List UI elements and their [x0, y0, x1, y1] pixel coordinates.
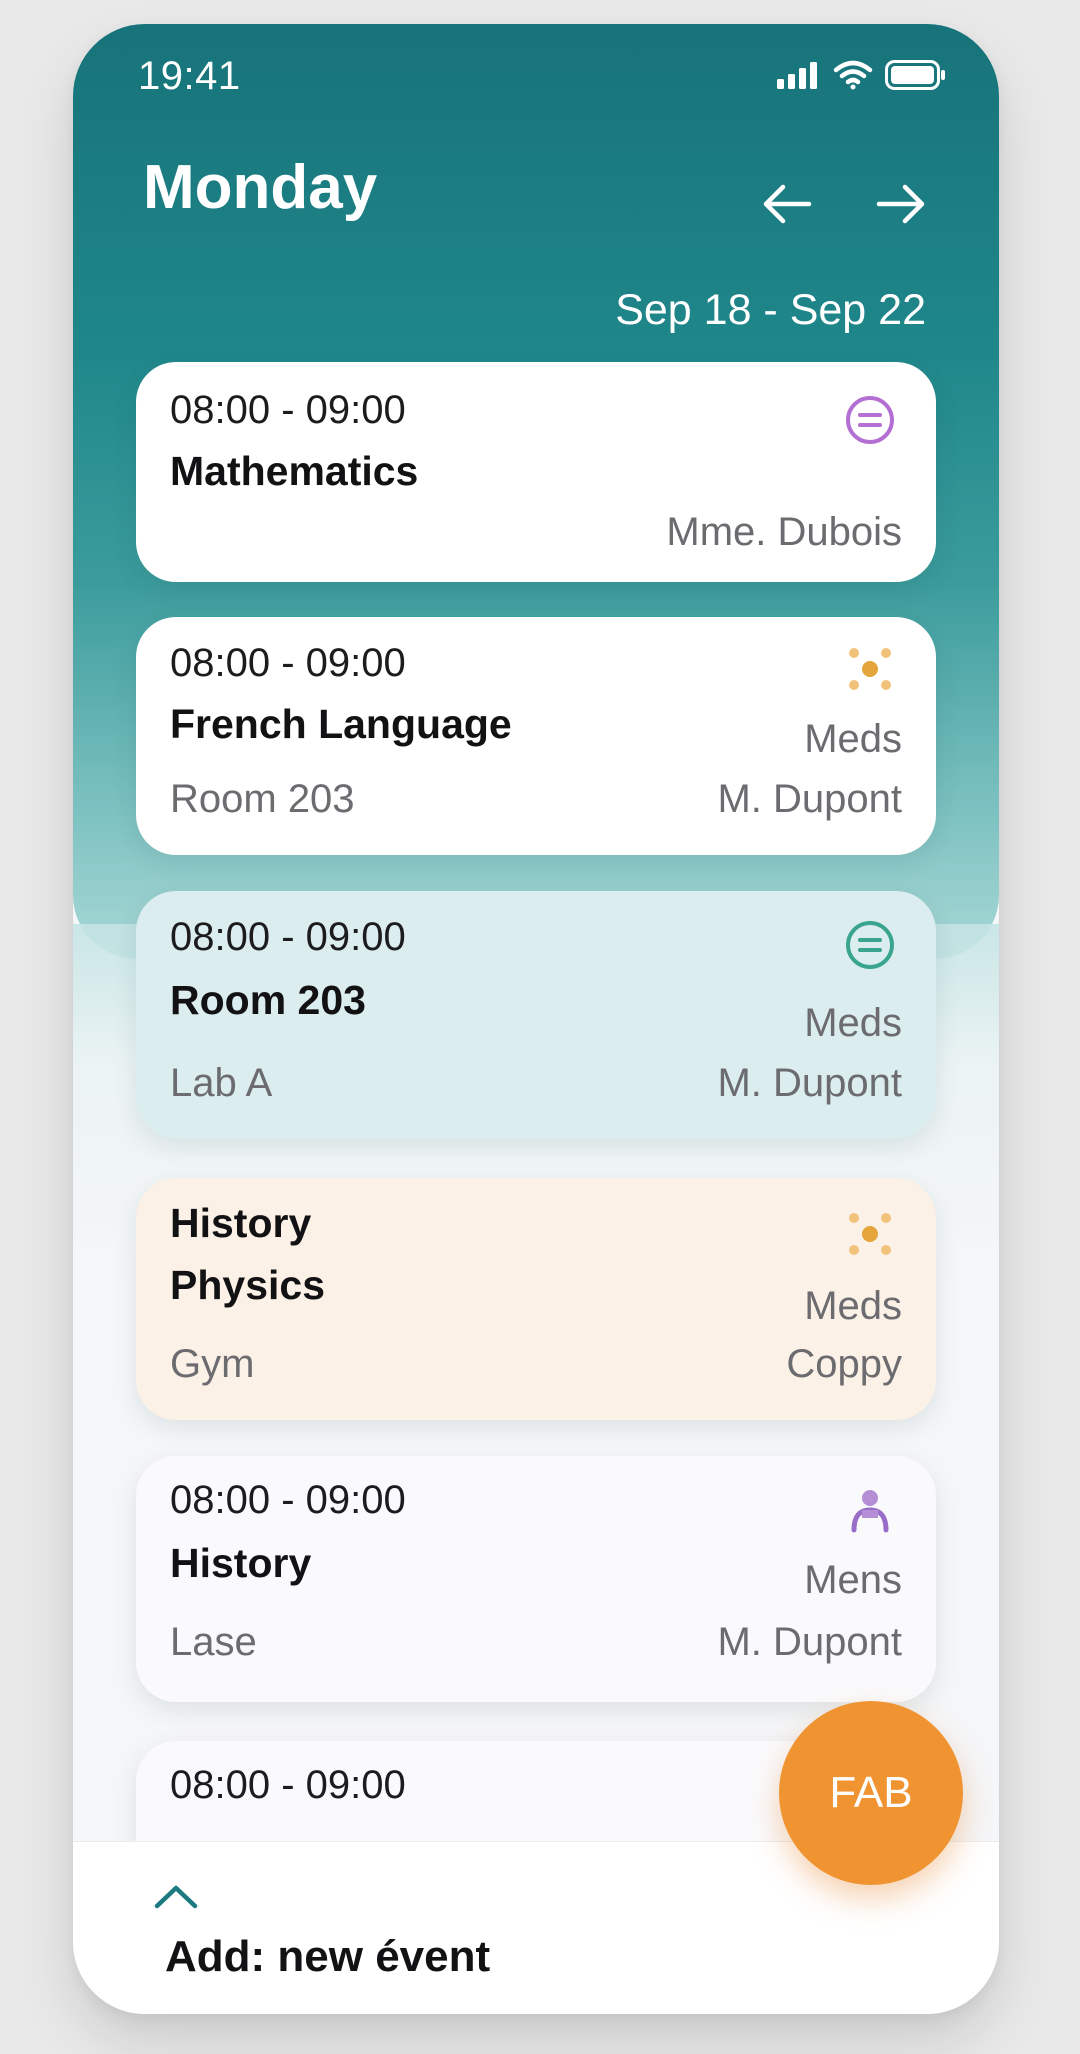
battery-icon [885, 60, 945, 90]
event-tag: Mens [804, 1558, 902, 1602]
phone-screen: 19:41 Monday Sep 18 - Sep 22 08:00 - 09:… [73, 24, 999, 2014]
dots-icon [849, 1213, 891, 1255]
wifi-icon [833, 60, 873, 90]
event-tag: Meds [804, 1284, 902, 1328]
list-circle-icon [846, 396, 894, 444]
event-card-physics[interactable]: History Physics Gym Meds Coppy [136, 1178, 936, 1420]
status-bar: 19:41 [73, 24, 999, 134]
floating-action-button[interactable]: FAB [779, 1701, 963, 1885]
previous-day-button[interactable] [755, 172, 819, 236]
event-subject: Physics [170, 1262, 325, 1308]
event-teacher: Mme. Dubois [666, 510, 902, 554]
list-circle-icon [846, 921, 894, 969]
arrow-right-icon [876, 184, 925, 224]
event-teacher: M. Dupont [717, 777, 902, 821]
signal-icon [777, 62, 817, 89]
add-event-label[interactable]: Add: new évent [165, 1932, 490, 1982]
event-time: History [170, 1200, 312, 1246]
event-subject: History [170, 1540, 312, 1586]
event-teacher: M. Dupont [717, 1620, 902, 1664]
event-location: Room 203 [170, 777, 355, 821]
event-tag: Meds [804, 717, 902, 761]
event-time: 08:00 - 09:00 [170, 641, 406, 685]
event-card-history[interactable]: 08:00 - 09:00 History Lase Mens M. Dupon… [136, 1456, 936, 1702]
event-card-room-203[interactable]: 08:00 - 09:00 Room 203 Lab A Meds M. Dup… [136, 891, 936, 1139]
event-time: 08:00 - 09:00 [170, 1763, 406, 1807]
arrow-left-icon [763, 184, 812, 224]
event-card-french-language[interactable]: 08:00 - 09:00 French Language Room 203 M… [136, 617, 936, 855]
event-card-mathematics[interactable]: 08:00 - 09:00 Mathematics Mme. Dubois [136, 362, 936, 582]
event-time: 08:00 - 09:00 [170, 1478, 406, 1522]
event-tag: Meds [804, 1001, 902, 1045]
status-icons [777, 60, 947, 90]
event-location: Lase [170, 1620, 257, 1664]
event-location: Gym [170, 1342, 255, 1386]
chevron-up-icon[interactable] [153, 1882, 199, 1912]
status-time: 19:41 [138, 54, 241, 98]
dots-icon [849, 648, 891, 690]
event-teacher: M. Dupont [717, 1061, 902, 1105]
person-icon [851, 1490, 889, 1533]
next-day-button[interactable] [869, 172, 933, 236]
event-time: 08:00 - 09:00 [170, 915, 406, 959]
event-subject: Room 203 [170, 977, 366, 1023]
event-subject: French Language [170, 701, 512, 747]
date-range: Sep 18 - Sep 22 [615, 286, 926, 334]
event-time: 08:00 - 09:00 [170, 388, 406, 432]
day-title: Monday [143, 153, 378, 222]
event-location: Lab A [170, 1061, 273, 1105]
event-teacher: Coppy [786, 1342, 902, 1386]
event-subject: Mathematics [170, 448, 419, 494]
